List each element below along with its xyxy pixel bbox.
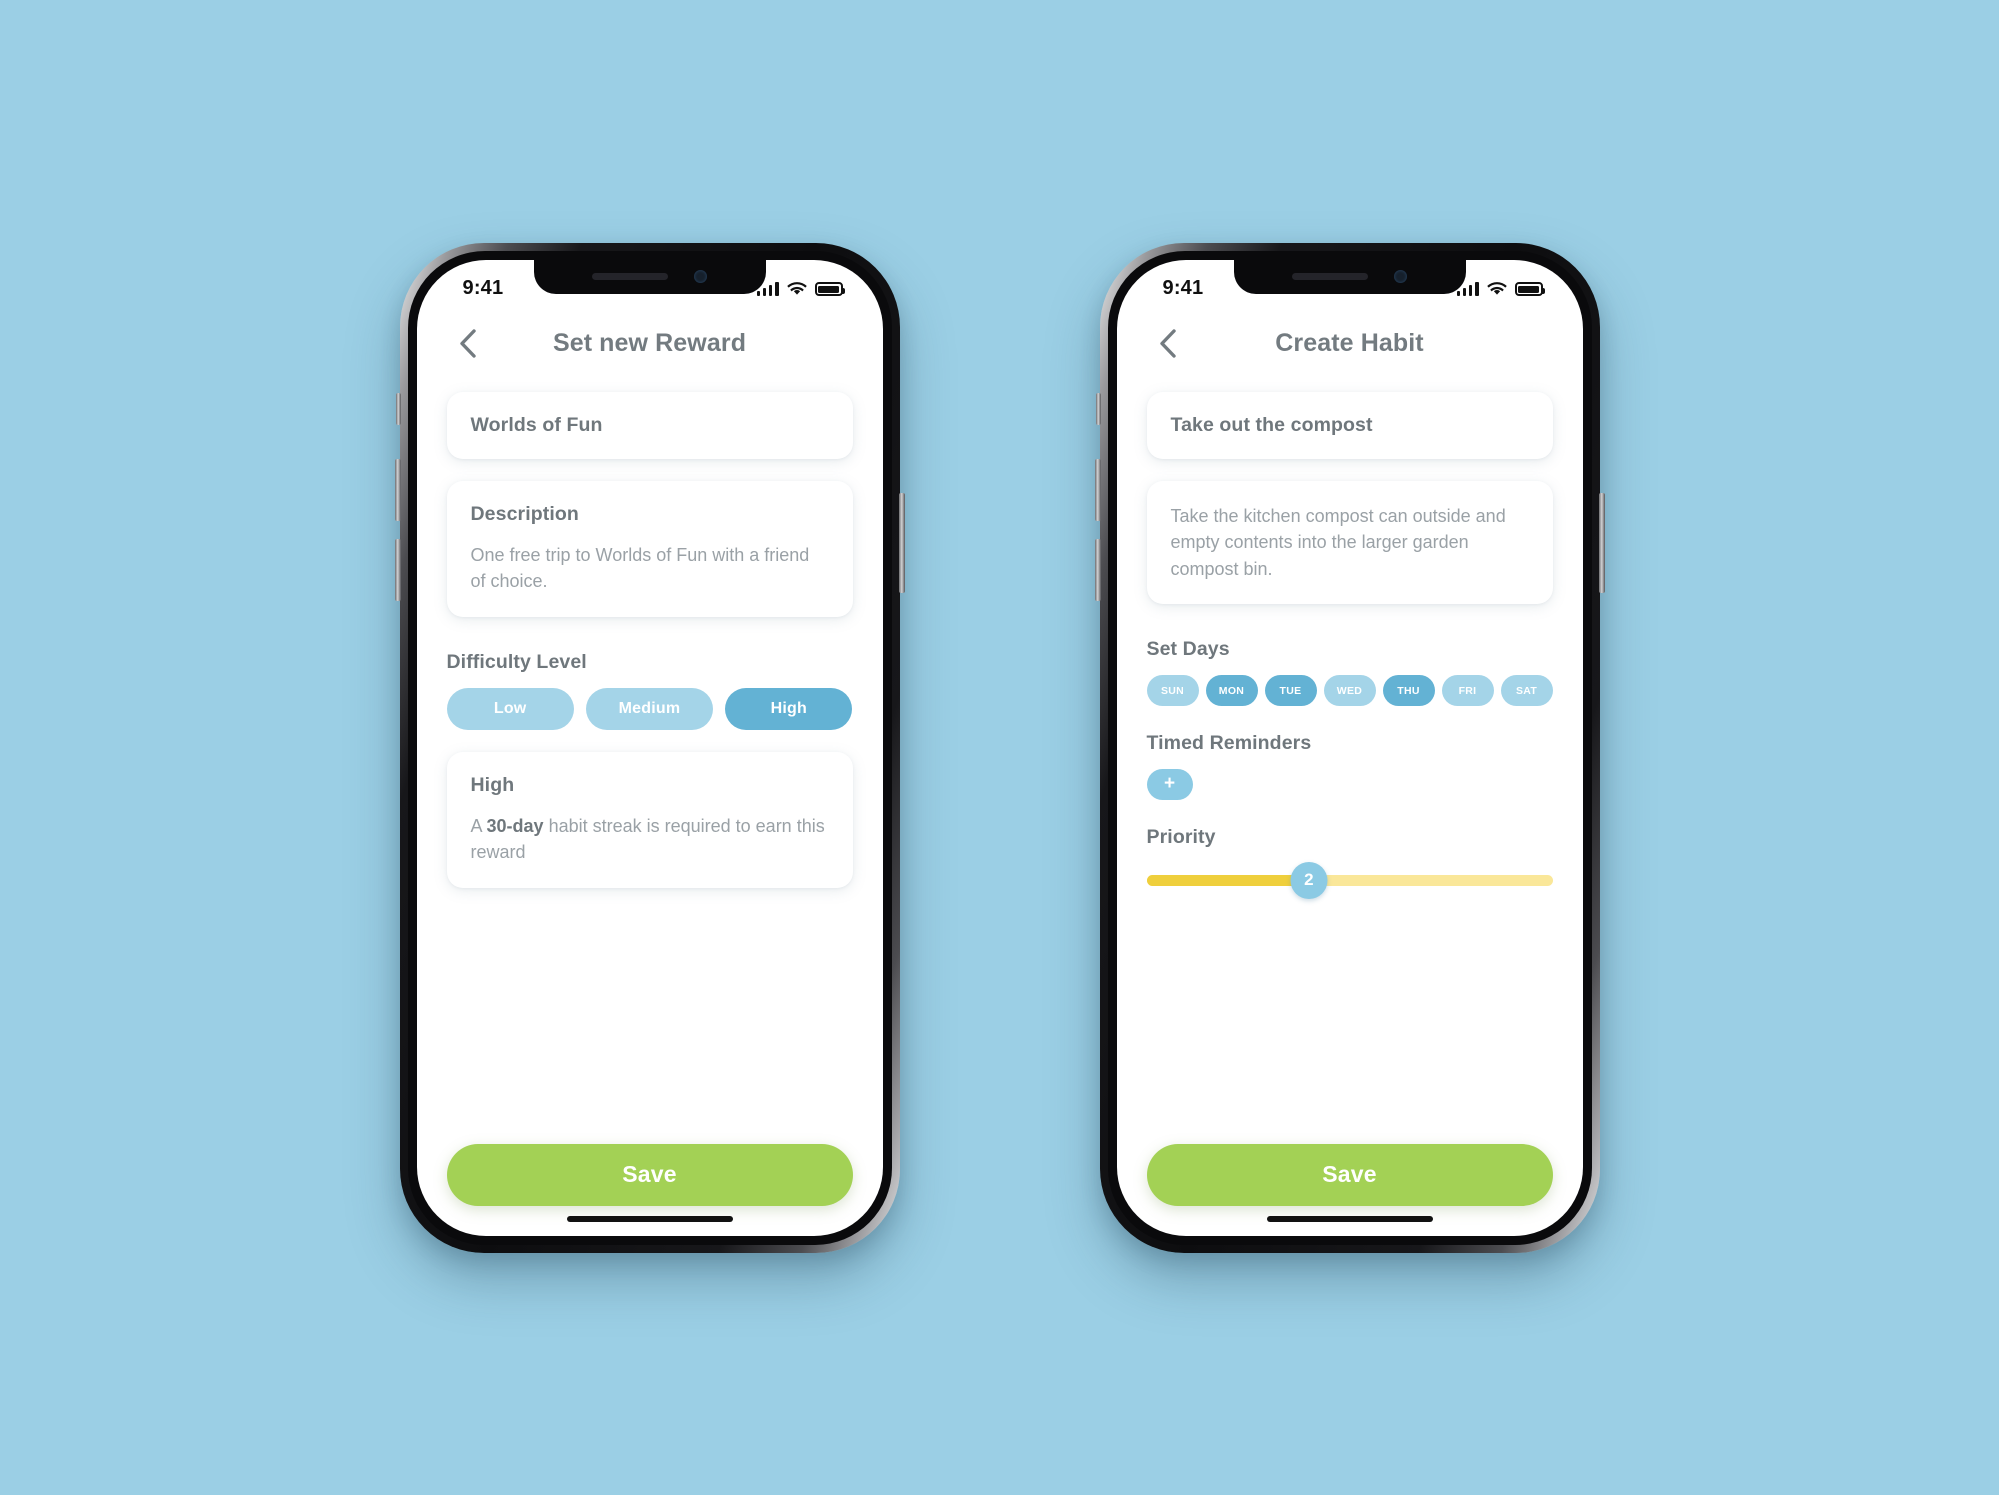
- difficulty-info-text: A 30-day habit streak is required to ear…: [471, 813, 829, 866]
- home-indicator[interactable]: [1266, 1215, 1433, 1222]
- day-chip-tue[interactable]: TUE: [1264, 675, 1317, 707]
- day-chip-sat[interactable]: SAT: [1500, 675, 1553, 707]
- day-chip-wed[interactable]: WED: [1323, 675, 1376, 707]
- mute-switch[interactable]: [395, 392, 401, 425]
- save-button[interactable]: Save: [446, 1143, 853, 1206]
- priority-slider-fill: [1146, 874, 1309, 886]
- reward-description-field[interactable]: Description One free trip to Worlds of F…: [446, 480, 853, 617]
- difficulty-info-card: High A 30-day habit streak is required t…: [446, 751, 853, 888]
- day-chip-fri[interactable]: FRI: [1441, 675, 1494, 707]
- phone-bezel: 9:41: [407, 250, 892, 1245]
- plus-icon: +: [1163, 773, 1176, 795]
- difficulty-level-segmented-control: Low Medium High: [446, 687, 853, 730]
- volume-down-button[interactable]: [394, 538, 401, 601]
- screen-set-new-reward: 9:41 Set new Reward Worlds of Fun Descri…: [416, 259, 883, 1236]
- habit-description-value: Take the kitchen compost can outside and…: [1170, 505, 1506, 579]
- earpiece-speaker: [1292, 273, 1368, 280]
- status-bar-icons: [756, 281, 845, 296]
- habit-name-field[interactable]: Take out the compost: [1146, 391, 1553, 459]
- wifi-icon: [786, 281, 807, 296]
- home-indicator[interactable]: [566, 1215, 733, 1222]
- screen-content: Take out the compost Take the kitchen co…: [1117, 376, 1583, 1236]
- day-chip-sun[interactable]: SUN: [1146, 675, 1199, 707]
- mute-switch[interactable]: [1095, 392, 1101, 425]
- battery-icon: [814, 282, 845, 296]
- wifi-icon: [1486, 281, 1507, 296]
- mockup-stage: 9:41 Set new Reward Worlds of Fun Descri…: [0, 0, 1999, 1495]
- power-button[interactable]: [1598, 492, 1605, 593]
- difficulty-option-low[interactable]: Low: [446, 687, 574, 730]
- volume-up-button[interactable]: [1094, 458, 1101, 521]
- phone-bezel: 9:41: [1107, 250, 1592, 1245]
- difficulty-info-title: High: [470, 773, 515, 796]
- priority-slider[interactable]: 2: [1146, 861, 1553, 899]
- status-bar-clock: 9:41: [462, 277, 504, 299]
- day-chip-thu[interactable]: THU: [1382, 675, 1435, 707]
- page-title: Create Habit: [1275, 329, 1424, 357]
- priority-label: Priority: [1146, 826, 1216, 849]
- difficulty-option-high[interactable]: High: [725, 687, 853, 730]
- chevron-left-icon: [1159, 329, 1176, 358]
- status-bar-clock: 9:41: [1162, 277, 1204, 299]
- difficulty-info-text-before: A: [470, 815, 487, 836]
- screen-content: Worlds of Fun Description One free trip …: [417, 376, 883, 1236]
- description-value: One free trip to Worlds of Fun with a fr…: [470, 544, 810, 592]
- difficulty-level-label: Difficulty Level: [446, 650, 587, 673]
- front-camera-icon: [694, 270, 707, 283]
- difficulty-option-medium[interactable]: Medium: [585, 687, 714, 730]
- notch: [1233, 259, 1466, 294]
- power-button[interactable]: [898, 492, 905, 593]
- phone-mockup-create-habit: 9:41 Create Habit Take out the compost T…: [1094, 242, 1605, 1253]
- priority-slider-thumb[interactable]: 2: [1290, 861, 1328, 899]
- chevron-left-icon: [459, 329, 476, 358]
- status-bar-icons: [1456, 281, 1545, 296]
- set-days-selector: SUN MON TUE WED THU FRI SAT: [1146, 675, 1553, 707]
- screen-create-habit: 9:41 Create Habit Take out the compost T…: [1116, 259, 1583, 1236]
- habit-name-value: Take out the compost: [1170, 413, 1373, 436]
- battery-icon: [1514, 282, 1545, 296]
- timed-reminders-label: Timed Reminders: [1146, 732, 1312, 755]
- volume-down-button[interactable]: [1094, 538, 1101, 601]
- add-reminder-button[interactable]: +: [1146, 769, 1193, 801]
- nav-bar: Create Habit: [1117, 312, 1583, 376]
- front-camera-icon: [1394, 270, 1407, 283]
- description-label: Description: [470, 502, 579, 525]
- notch: [533, 259, 766, 294]
- save-button[interactable]: Save: [1146, 1143, 1553, 1206]
- volume-up-button[interactable]: [394, 458, 401, 521]
- back-button[interactable]: [1151, 325, 1185, 363]
- habit-description-field[interactable]: Take the kitchen compost can outside and…: [1146, 480, 1553, 605]
- nav-bar: Set new Reward: [417, 312, 883, 376]
- day-chip-mon[interactable]: MON: [1205, 675, 1258, 707]
- back-button[interactable]: [451, 325, 485, 363]
- reward-name-value: Worlds of Fun: [470, 413, 603, 436]
- phone-mockup-set-new-reward: 9:41 Set new Reward Worlds of Fun Descri…: [394, 242, 905, 1253]
- difficulty-info-streak-value: 30-day: [486, 815, 544, 836]
- page-title: Set new Reward: [552, 329, 747, 357]
- reward-name-field[interactable]: Worlds of Fun: [446, 391, 853, 459]
- earpiece-speaker: [592, 273, 668, 280]
- set-days-label: Set Days: [1146, 638, 1230, 661]
